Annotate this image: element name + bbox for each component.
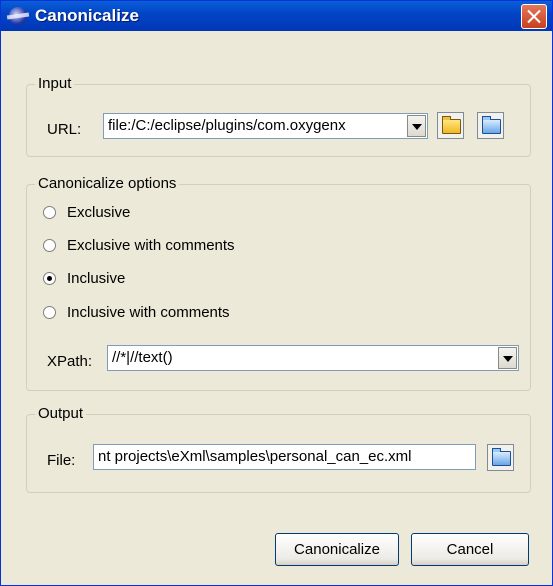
url-combo[interactable]: file:/C:/eclipse/plugins/com.oxygenx <box>103 113 428 139</box>
output-file-value: nt projects\eXml\samples\personal_can_ec… <box>98 448 412 465</box>
folder-open-icon <box>442 116 461 134</box>
browse-output-button[interactable] <box>487 444 514 471</box>
radio-label: Exclusive <box>67 204 131 221</box>
cancel-button[interactable]: Cancel <box>411 533 529 566</box>
url-label: URL: <box>47 121 82 138</box>
url-dropdown-button[interactable] <box>407 115 426 137</box>
input-legend: Input <box>35 75 75 92</box>
radio-label: Inclusive with comments <box>67 304 230 321</box>
xpath-label: XPath: <box>47 353 93 370</box>
radio-button[interactable] <box>43 206 56 219</box>
output-legend: Output <box>35 405 87 422</box>
output-file-input[interactable]: nt projects\eXml\samples\personal_can_ec… <box>93 444 476 470</box>
file-label: File: <box>47 452 76 469</box>
radio-label: Exclusive with comments <box>67 237 235 254</box>
canonicalize-button[interactable]: Canonicalize <box>275 533 399 566</box>
canonicalize-dialog: Canonicalize Input URL: file:/C:/eclipse… <box>0 0 553 586</box>
options-legend: Canonicalize options <box>35 175 180 192</box>
folder-browse-icon <box>492 448 511 466</box>
folder-browse-icon <box>482 116 501 134</box>
xpath-dropdown-button[interactable] <box>498 347 517 369</box>
title-bar[interactable]: Canonicalize <box>1 1 552 31</box>
radio-button[interactable] <box>43 306 56 319</box>
xpath-value: //*|//text() <box>112 349 173 366</box>
radio-label: Inclusive <box>67 270 126 287</box>
url-value: file:/C:/eclipse/plugins/com.oxygenx <box>108 117 346 134</box>
radio-button[interactable] <box>43 239 56 252</box>
open-file-button[interactable] <box>437 112 464 139</box>
eclipse-icon <box>9 7 27 25</box>
dialog-title: Canonicalize <box>35 6 139 25</box>
xpath-combo[interactable]: //*|//text() <box>107 345 519 371</box>
input-group: Input URL: file:/C:/eclipse/plugins/com.… <box>26 75 531 157</box>
radio-button-selected[interactable] <box>43 272 56 285</box>
close-button[interactable] <box>521 4 547 29</box>
browse-url-button[interactable] <box>477 112 504 139</box>
